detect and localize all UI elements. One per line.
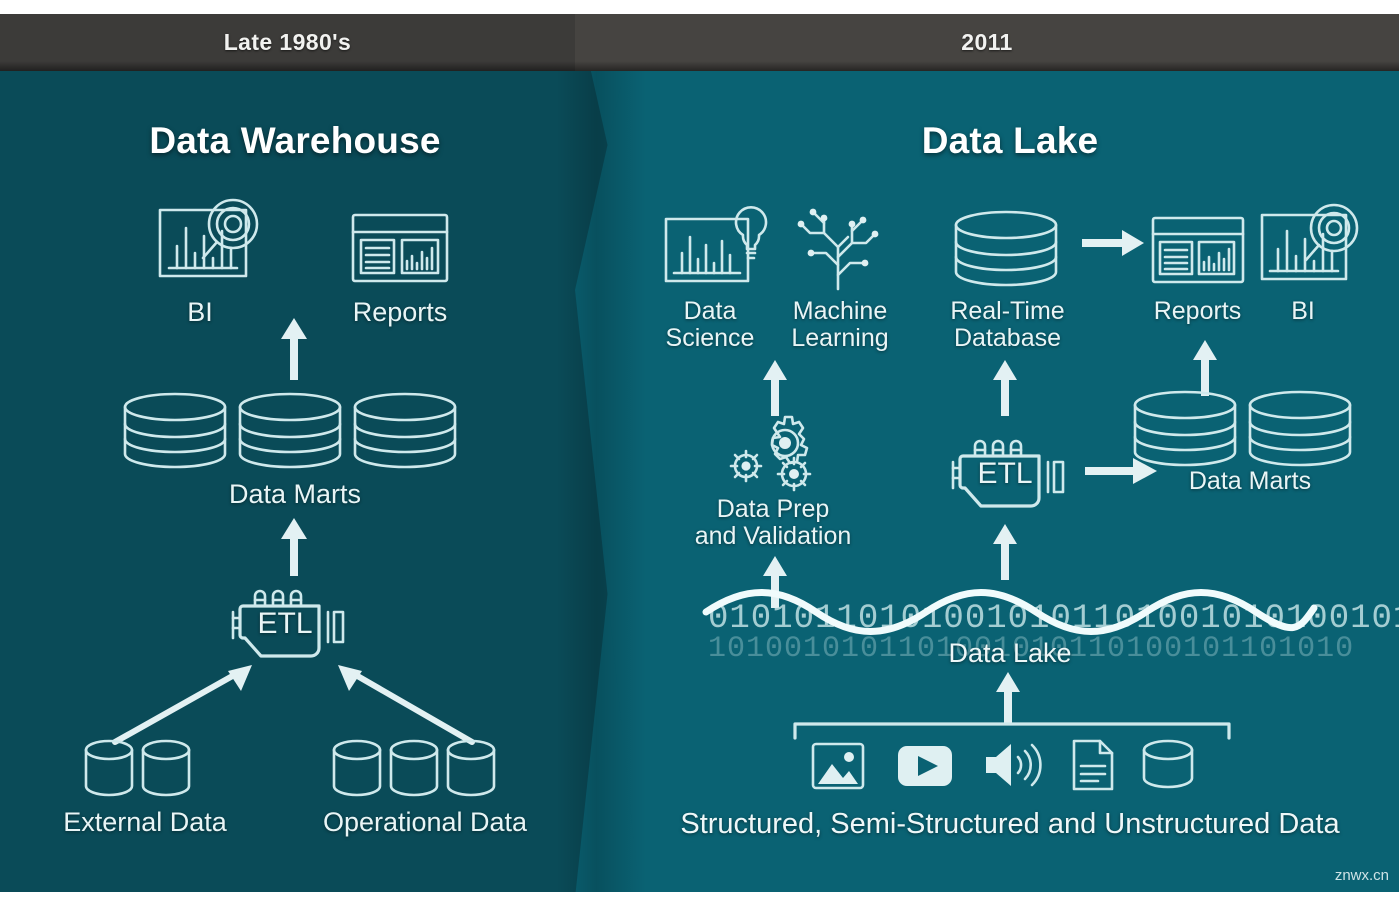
arrow-db-to-reports — [1082, 228, 1144, 258]
reports-icon-right — [1150, 215, 1246, 289]
data-marts-right-label: Data Marts — [1188, 467, 1312, 495]
database-icon — [1140, 738, 1196, 792]
arrow-marts-to-bi — [278, 318, 310, 380]
audio-icon — [982, 740, 1044, 790]
bi-label: BI — [187, 297, 213, 327]
data-science-icon — [662, 205, 768, 287]
document-icon — [1070, 738, 1116, 792]
header-left-label: Late 1980's — [223, 29, 352, 55]
arrow-external-to-etl — [110, 660, 270, 750]
arrow-sources-to-lake — [993, 672, 1023, 724]
watermark: znwx.cn — [1334, 867, 1389, 884]
reports-icon — [350, 212, 450, 290]
data-prep-label: Data Prep and Validation — [694, 495, 852, 550]
infographic-canvas: Late 1980's 2011 Data Warehouse BI Repor… — [0, 0, 1399, 898]
data-marts-cylinders — [120, 392, 465, 472]
bottom-white-strip — [0, 892, 1399, 898]
arrow-etl-to-realtime-db — [990, 360, 1020, 416]
top-white-strip — [0, 0, 1399, 14]
data-marts-label: Data Marts — [228, 479, 362, 509]
external-data-label: External Data — [63, 807, 227, 837]
arrow-etl-to-marts — [278, 518, 310, 576]
realtime-database-label: Real-Time Database — [950, 297, 1065, 352]
bi-icon — [155, 198, 270, 288]
video-icon — [896, 744, 954, 788]
data-lake-label: Data Lake — [948, 638, 1072, 668]
etl-right-label: ETL — [977, 457, 1033, 490]
left-panel-title: Data Warehouse — [149, 120, 441, 161]
operational-data-label: Operational Data — [322, 807, 528, 837]
data-prep-gears-icon — [722, 415, 822, 492]
bi-right-label: BI — [1291, 297, 1315, 325]
etl-left-label: ETL — [257, 607, 313, 640]
image-icon — [810, 740, 866, 792]
machine-learning-label: Machine Learning — [791, 297, 889, 352]
operational-data-cylinders — [330, 738, 515, 800]
arrow-prep-to-science — [760, 360, 790, 416]
data-marts-cylinders-right — [1130, 390, 1360, 470]
reports-label: Reports — [352, 297, 448, 327]
right-panel-title: Data Lake — [921, 120, 1099, 161]
external-data-cylinders — [82, 738, 207, 800]
arrow-marts-to-reports-right — [1190, 340, 1220, 396]
arrow-lake-to-etl — [990, 524, 1020, 580]
arrow-operational-to-etl — [320, 660, 480, 750]
sources-bracket — [792, 718, 1232, 740]
realtime-database-icon — [950, 210, 1062, 290]
machine-learning-icon — [790, 205, 886, 291]
data-lake-wave — [700, 588, 1320, 636]
header-right-label: 2011 — [961, 29, 1013, 55]
reports-right-label: Reports — [1153, 297, 1242, 325]
sources-caption: Structured, Semi-Structured and Unstruct… — [680, 808, 1340, 840]
data-science-label: Data Science — [665, 297, 755, 352]
bi-icon-right — [1258, 203, 1370, 291]
